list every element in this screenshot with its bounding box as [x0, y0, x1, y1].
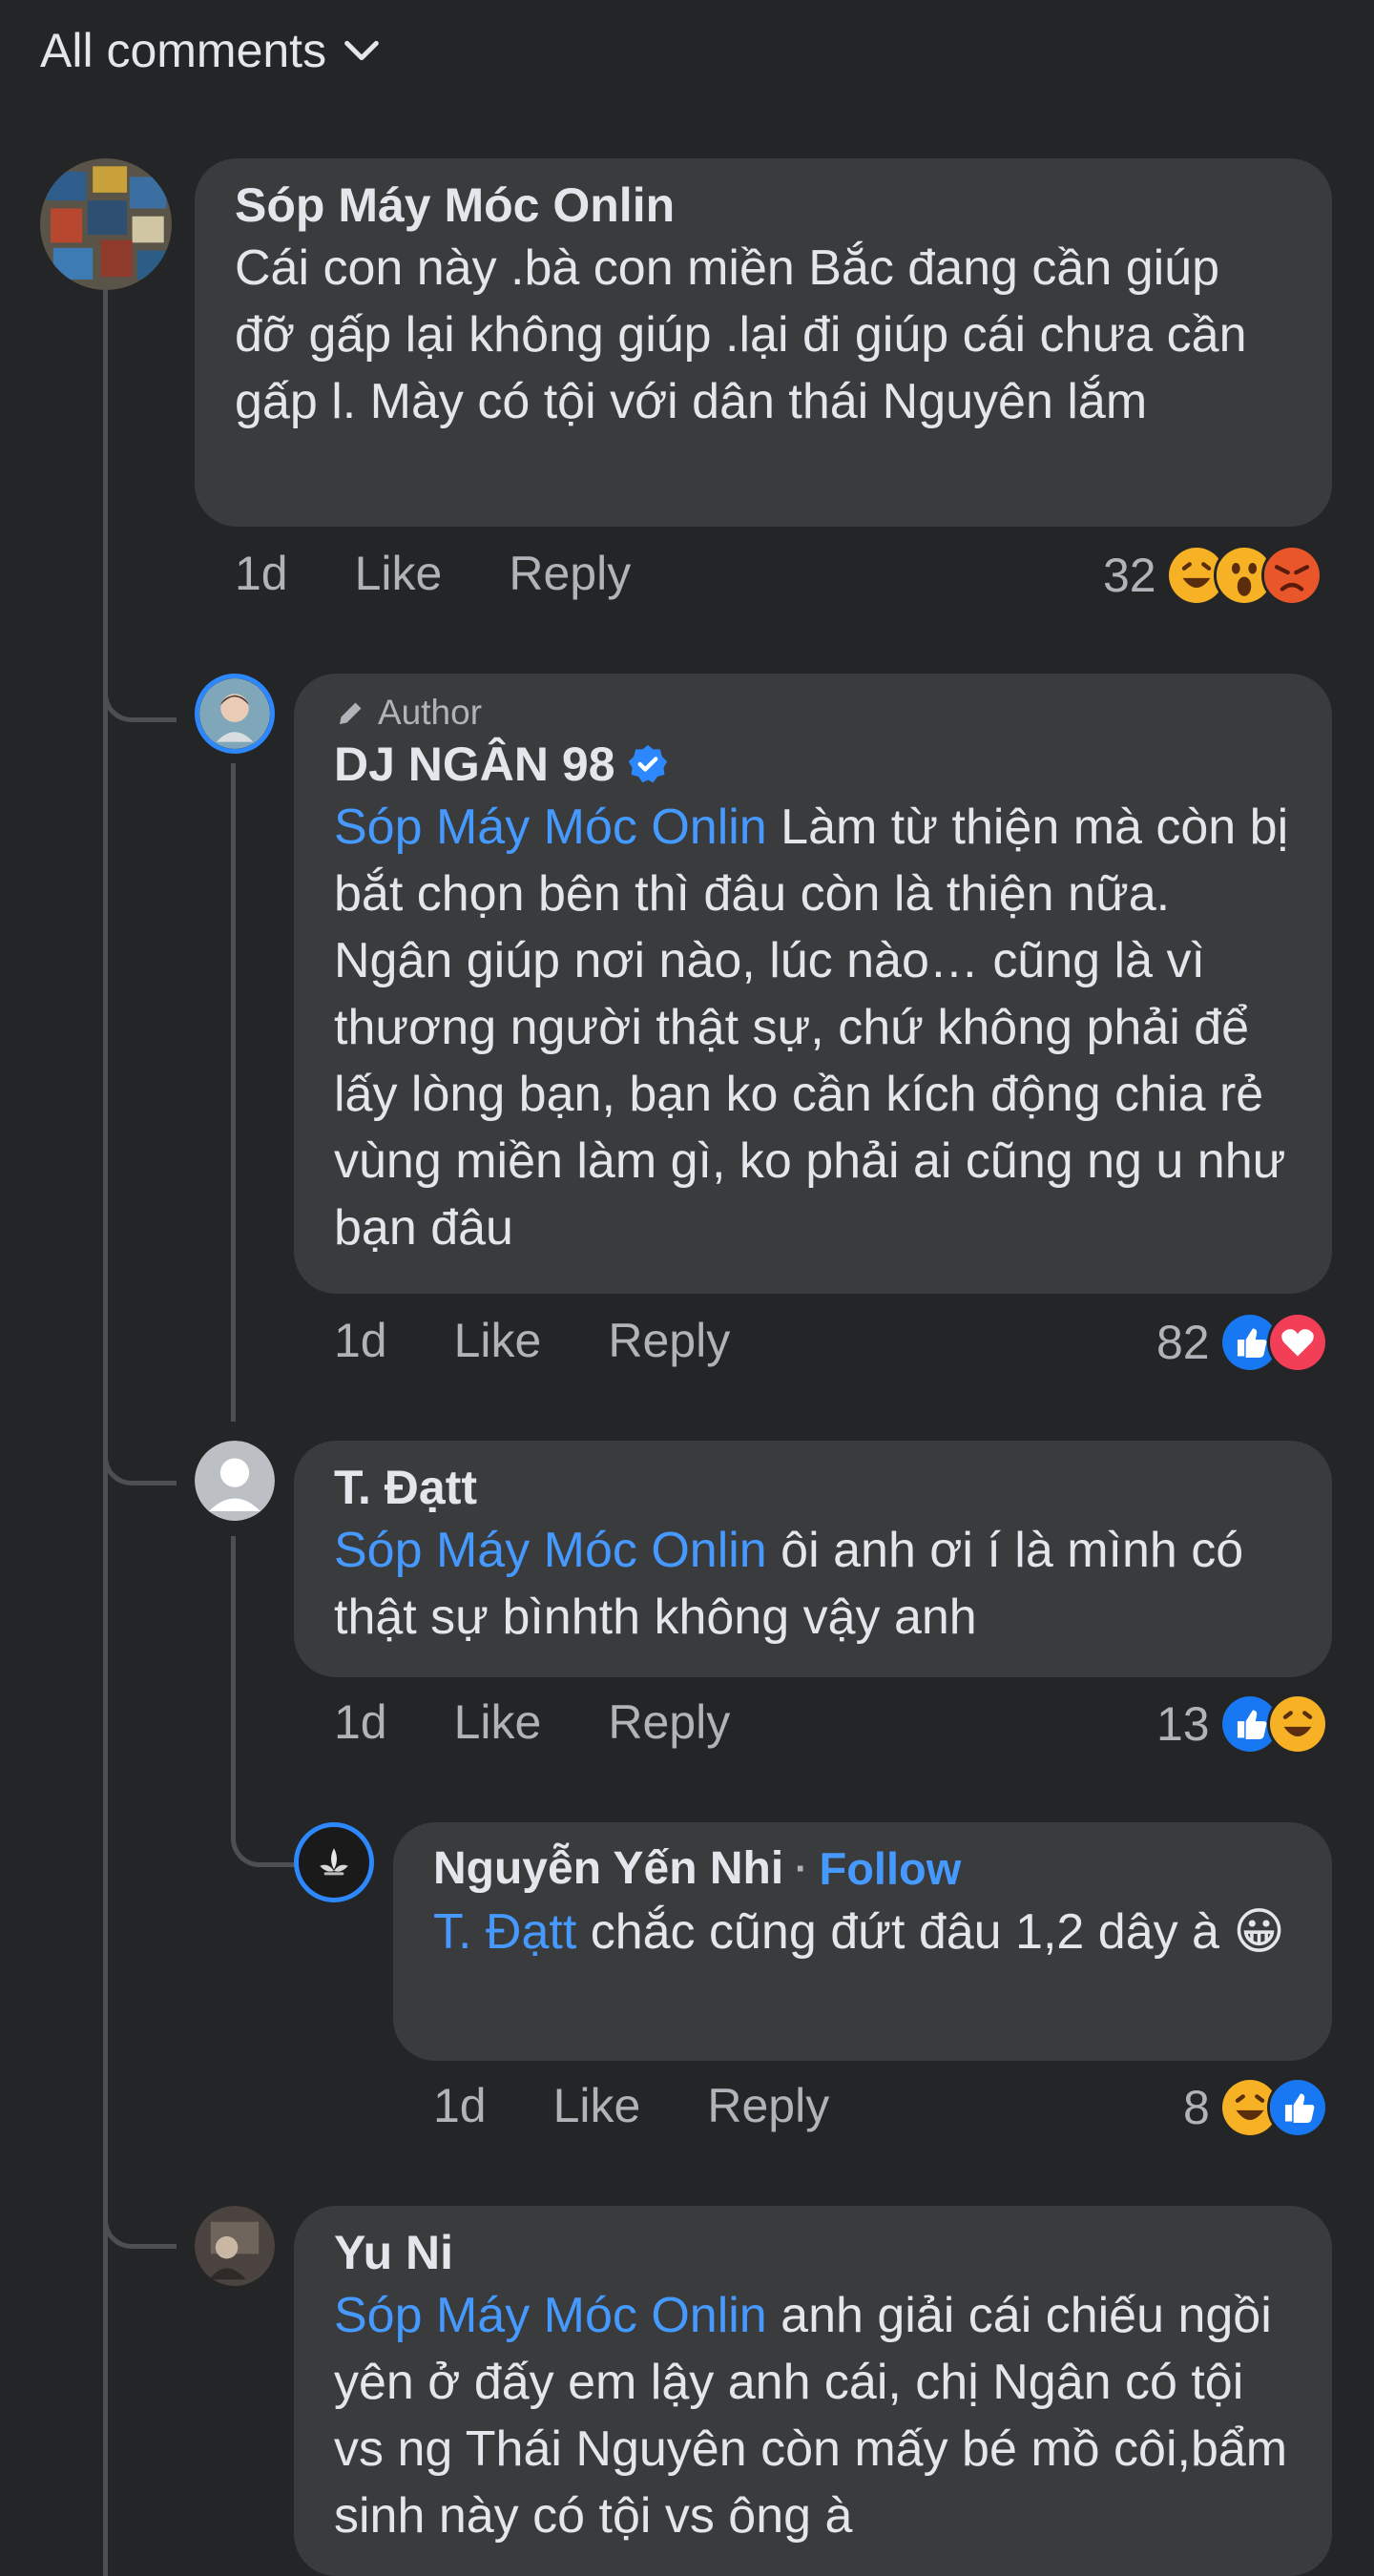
- chevron-down-icon: [344, 40, 379, 61]
- mention-link[interactable]: Sóp Máy Móc Onlin: [334, 1523, 767, 1578]
- comment-author[interactable]: Sóp Máy Móc Onlin: [235, 176, 1292, 235]
- comment-body: Làm từ thiện mà còn bị bắt chọn bên thì …: [334, 800, 1289, 1256]
- like-button[interactable]: Like: [553, 2078, 641, 2133]
- comment-author[interactable]: T. Đạtt: [334, 1458, 1292, 1517]
- comment-bubble: Yu Ni Sóp Máy Móc Onlin anh giải cái chi…: [294, 2206, 1332, 2576]
- comment-text: Sóp Máy Móc Onlin Làm từ thiện mà còn bị…: [334, 794, 1292, 1261]
- comment-actions: 1d Like Reply: [433, 2078, 896, 2133]
- comment-bubble: Sóp Máy Móc Onlin Cái con này .bà con mi…: [195, 158, 1332, 527]
- comment-bubble: Nguyễn Yến Nhi · Follow T. Đạtt chắc cũn…: [393, 1822, 1332, 2061]
- reaction-count: 82: [1156, 1316, 1210, 1369]
- like-button[interactable]: Like: [454, 1313, 542, 1368]
- mention-link[interactable]: T. Đạtt: [433, 1904, 576, 1960]
- avatar[interactable]: [195, 674, 275, 754]
- reaction-count: 13: [1156, 1697, 1210, 1751]
- verified-badge-icon: [628, 744, 667, 783]
- comment-actions: 1d Like Reply: [334, 1694, 797, 1750]
- comment-time[interactable]: 1d: [433, 2078, 487, 2133]
- like-button[interactable]: Like: [355, 546, 443, 601]
- reaction-count: 8: [1183, 2081, 1210, 2134]
- comment-text: Cái con này .bà con miền Bắc đang cần gi…: [235, 240, 1247, 429]
- reply-button[interactable]: Reply: [608, 1694, 730, 1750]
- comment-text: Sóp Máy Móc Onlin ôi anh ơi í là mình có…: [334, 1517, 1292, 1651]
- avatar[interactable]: [195, 2206, 275, 2286]
- author-badge-label: Author: [378, 693, 483, 732]
- reaction-count: 32: [1103, 549, 1156, 602]
- reaction-summary[interactable]: 82: [1156, 1312, 1328, 1373]
- comment-time[interactable]: 1d: [334, 1694, 387, 1750]
- separator-dot: ·: [795, 1848, 808, 1890]
- reply-button[interactable]: Reply: [509, 546, 631, 601]
- avatar[interactable]: [40, 158, 172, 290]
- thread-connector: [103, 1431, 177, 1485]
- thread-line-reply: [231, 1536, 236, 1813]
- comment-time[interactable]: 1d: [235, 546, 288, 601]
- thread-connector: [103, 2194, 177, 2249]
- comment-author[interactable]: Nguyễn Yến Nhi: [433, 1839, 783, 1899]
- thread-connector: [231, 1813, 301, 1867]
- comment-bubble: T. Đạtt Sóp Máy Móc Onlin ôi anh ơi í là…: [294, 1441, 1332, 1677]
- mention-link[interactable]: Sóp Máy Móc Onlin: [334, 2288, 767, 2343]
- comment-author[interactable]: DJ NGÂN 98: [334, 735, 615, 794]
- reply-button[interactable]: Reply: [707, 2078, 829, 2133]
- comment-body: chắc cũng đứt đâu 1,2 dây à 😀: [576, 1904, 1285, 1960]
- angry-icon: [1260, 545, 1322, 606]
- avatar[interactable]: [294, 1822, 374, 1902]
- haha-icon: [1266, 1693, 1328, 1755]
- mention-link[interactable]: Sóp Máy Móc Onlin: [334, 800, 767, 855]
- love-icon: [1266, 1312, 1328, 1373]
- author-badge: Author: [334, 691, 1292, 735]
- reply-button[interactable]: Reply: [608, 1313, 730, 1368]
- comment-author-row: DJ NGÂN 98: [334, 735, 1292, 794]
- comment-author[interactable]: Yu Ni: [334, 2223, 1292, 2282]
- like-icon: [1266, 2077, 1328, 2138]
- follow-button[interactable]: Follow: [820, 1839, 962, 1899]
- reaction-summary[interactable]: 13: [1156, 1693, 1328, 1755]
- comment-author-row: Nguyễn Yến Nhi · Follow: [433, 1839, 1292, 1899]
- sort-label: All comments: [40, 24, 327, 77]
- comment-text: T. Đạtt chắc cũng đứt đâu 1,2 dây à 😀: [433, 1899, 1292, 1965]
- comment-time[interactable]: 1d: [334, 1313, 387, 1368]
- avatar[interactable]: [195, 1441, 275, 1521]
- pencil-icon: [340, 702, 362, 724]
- like-button[interactable]: Like: [454, 1694, 542, 1750]
- comment-text: Sóp Máy Móc Onlin anh giải cái chiếu ngồ…: [334, 2282, 1292, 2549]
- comment-bubble: Author DJ NGÂN 98 Sóp Máy Móc Onlin Làm …: [294, 674, 1332, 1294]
- thread-connector: [103, 668, 177, 722]
- comment-actions: 1d Like Reply: [334, 1313, 797, 1368]
- reaction-summary[interactable]: 32: [1103, 545, 1322, 606]
- reaction-summary[interactable]: 8: [1183, 2077, 1328, 2138]
- comment-actions: 1d Like Reply: [235, 546, 697, 601]
- thread-line-reply: [231, 763, 236, 1422]
- comment-sort-dropdown[interactable]: All comments: [40, 23, 384, 78]
